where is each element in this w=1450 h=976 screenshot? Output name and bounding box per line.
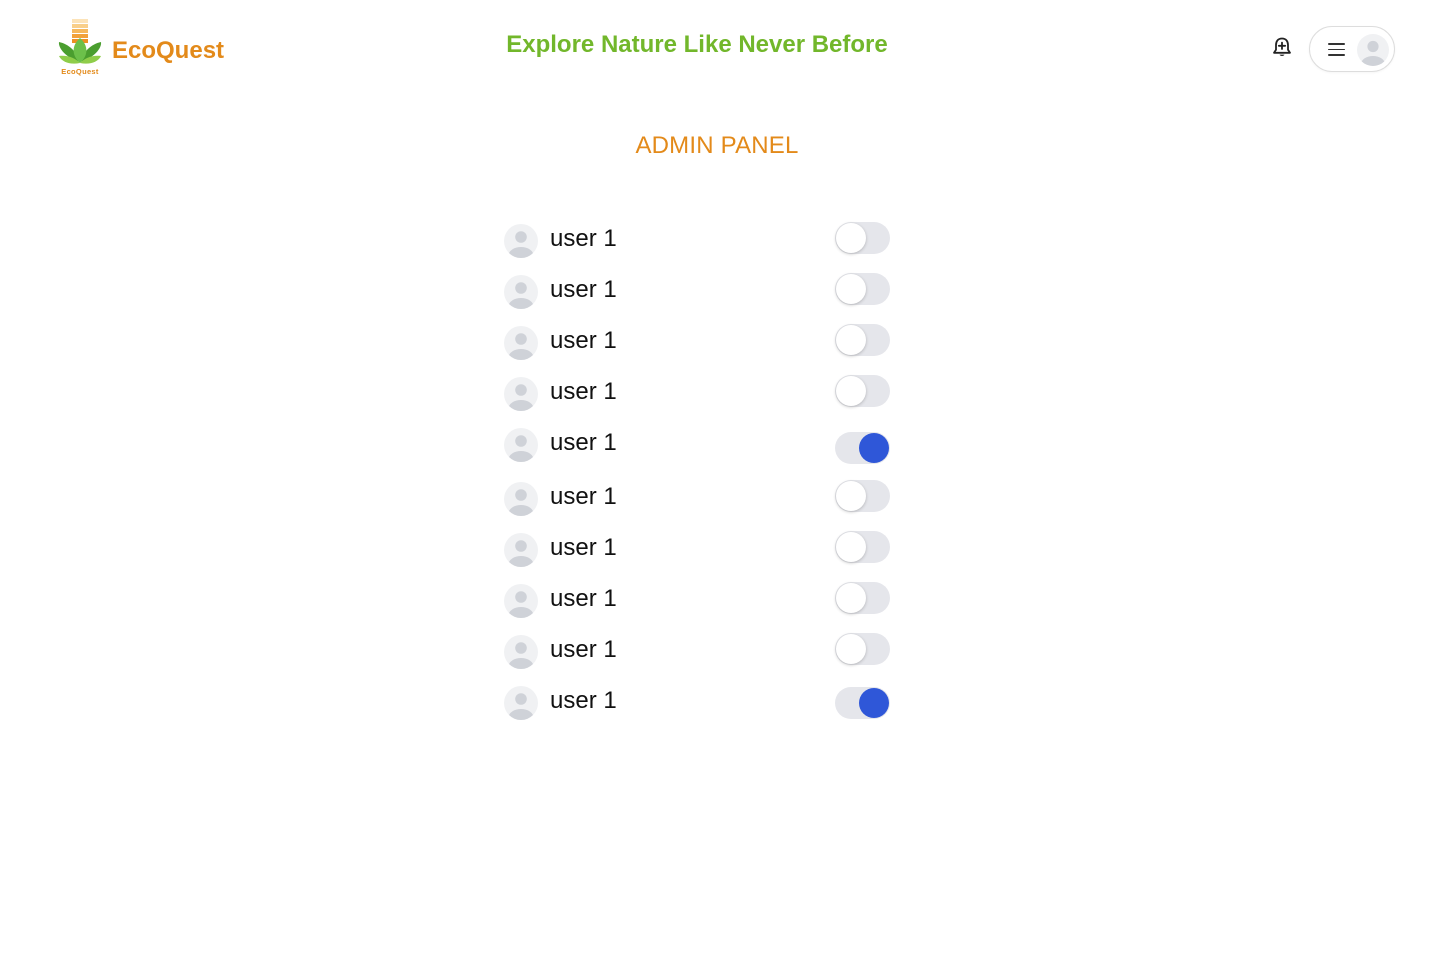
user-access-toggle[interactable]: [835, 273, 890, 305]
user-avatar-icon: [504, 686, 538, 720]
user-avatar-icon: [504, 224, 538, 258]
user-row: user 1: [504, 582, 894, 618]
user-avatar-icon: [504, 428, 538, 462]
user-access-toggle[interactable]: [835, 480, 890, 512]
user-row: user 1: [504, 426, 894, 464]
toggle-knob: [836, 223, 866, 253]
user-access-toggle[interactable]: [835, 222, 890, 254]
user-avatar-icon: [504, 326, 538, 360]
notifications-button[interactable]: [1269, 35, 1295, 61]
user-name: user 1: [550, 534, 617, 561]
user-name: user 1: [550, 378, 617, 405]
user-avatar-icon: [1357, 34, 1389, 66]
toggle-knob: [836, 532, 866, 562]
user-name: user 1: [550, 687, 617, 714]
user-access-toggle[interactable]: [835, 633, 890, 665]
user-menu-button[interactable]: [1309, 26, 1395, 72]
toggle-knob: [859, 688, 889, 718]
user-row: user 1: [504, 531, 894, 567]
user-name: user 1: [550, 225, 617, 252]
user-access-toggle[interactable]: [835, 432, 890, 464]
user-access-toggle[interactable]: [835, 531, 890, 563]
user-access-toggle[interactable]: [835, 324, 890, 356]
toggle-knob: [836, 274, 866, 304]
user-row: user 1: [504, 324, 894, 360]
user-name: user 1: [550, 327, 617, 354]
user-name: user 1: [550, 429, 617, 456]
user-access-toggle[interactable]: [835, 687, 890, 719]
toggle-knob: [836, 325, 866, 355]
user-row: user 1: [504, 222, 894, 258]
user-avatar-icon: [504, 275, 538, 309]
user-row: user 1: [504, 633, 894, 669]
user-name: user 1: [550, 483, 617, 510]
hamburger-menu-icon: [1328, 42, 1346, 56]
site-tagline: Explore Nature Like Never Before: [506, 31, 888, 58]
user-row: user 1: [504, 273, 894, 309]
toggle-knob: [836, 481, 866, 511]
user-avatar-icon: [504, 635, 538, 669]
toggle-knob: [836, 376, 866, 406]
user-row: user 1: [504, 684, 894, 720]
page-title: ADMIN PANEL: [635, 132, 799, 159]
user-name: user 1: [550, 276, 617, 303]
toggle-knob: [836, 634, 866, 664]
page: EcoQuest EcoQuest Explore Nature Like Ne…: [0, 0, 1450, 976]
toggle-knob: [859, 433, 889, 463]
user-access-toggle[interactable]: [835, 375, 890, 407]
user-avatar-icon: [504, 377, 538, 411]
user-name: user 1: [550, 585, 617, 612]
user-avatar-icon: [504, 533, 538, 567]
user-name: user 1: [550, 636, 617, 663]
user-row: user 1: [504, 480, 894, 516]
user-avatar-icon: [504, 584, 538, 618]
user-avatar-icon: [504, 482, 538, 516]
user-access-toggle[interactable]: [835, 582, 890, 614]
logo-caption: EcoQuest: [61, 67, 99, 76]
user-row: user 1: [504, 375, 894, 411]
bell-plus-icon: [1273, 37, 1291, 56]
toggle-knob: [836, 583, 866, 613]
